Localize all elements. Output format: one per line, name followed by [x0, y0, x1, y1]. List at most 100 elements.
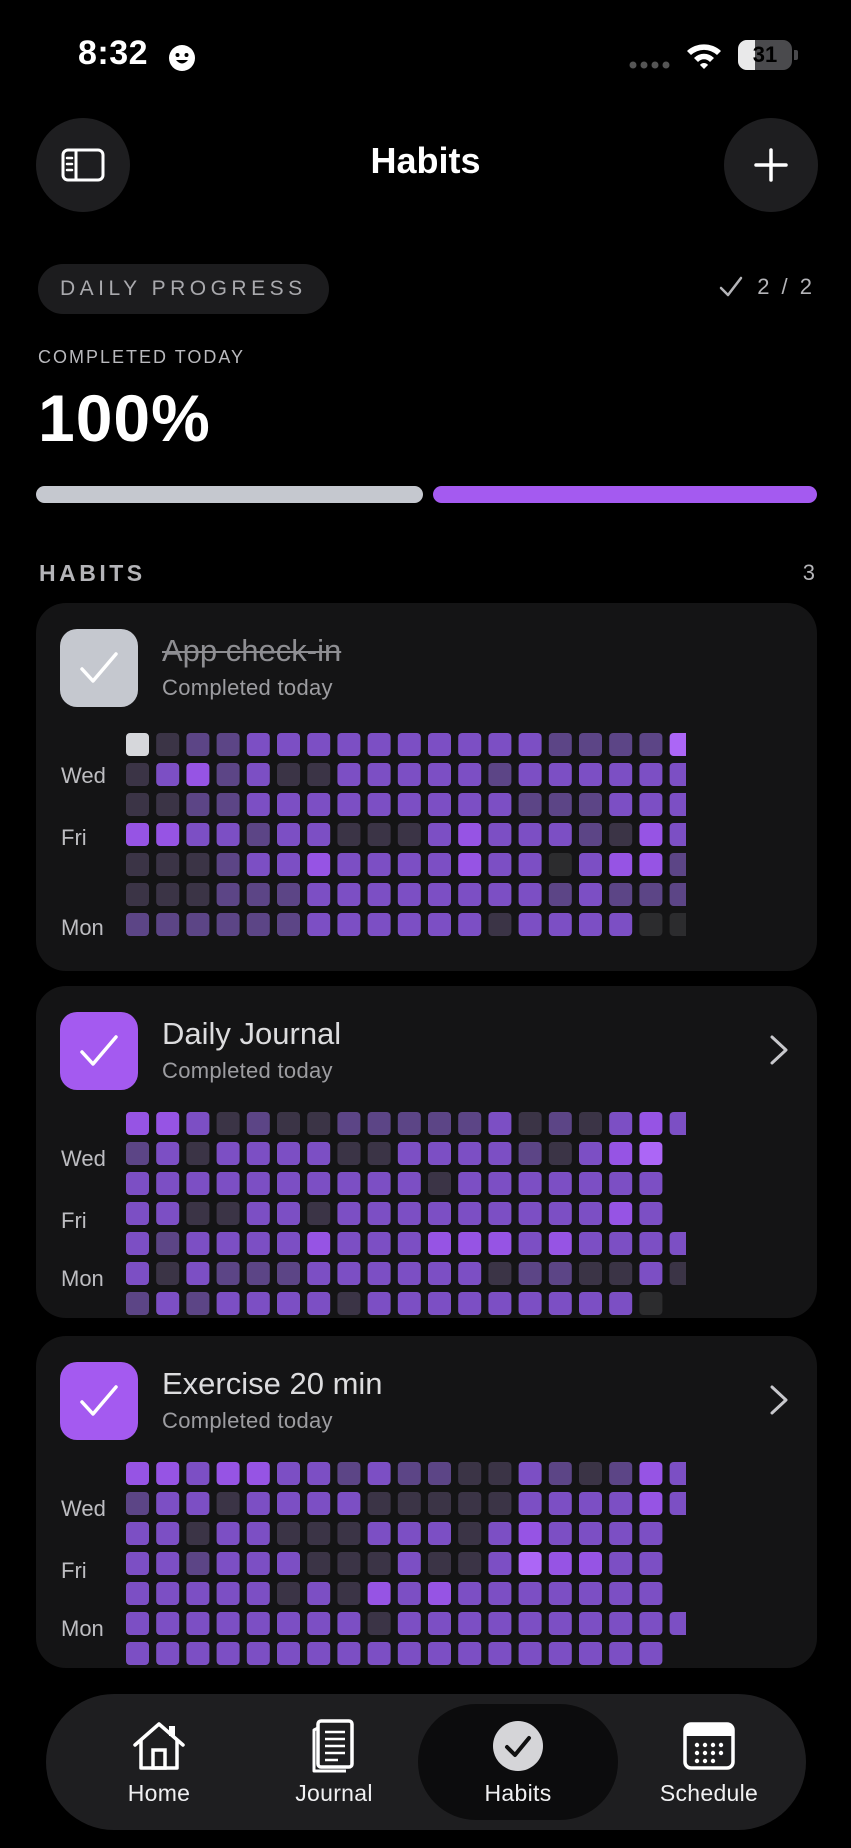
- heatmap-cell: [186, 1582, 210, 1605]
- heatmap-cell: [337, 1492, 361, 1515]
- heatmap-cell: [639, 883, 663, 906]
- heatmap-cell: [548, 1262, 572, 1285]
- heatmap-cell: [548, 1522, 572, 1545]
- heatmap-cell: [609, 1582, 633, 1605]
- heatmap-cell: [246, 1292, 270, 1315]
- heatmap-cell: [397, 1582, 421, 1605]
- heatmap-cell: [126, 1582, 149, 1605]
- heatmap-cell: [307, 1552, 331, 1575]
- heatmap-cell: [458, 1202, 482, 1225]
- heatmap-cell: [397, 1492, 421, 1515]
- heatmap-cell: [246, 1642, 270, 1665]
- day-label-wed: Wed: [61, 1496, 106, 1521]
- heatmap-cell: [367, 1232, 391, 1255]
- home-icon: [133, 1722, 185, 1770]
- heatmap-cell: [216, 1112, 240, 1135]
- heatmap-cell: [307, 1642, 331, 1665]
- nav-item-schedule[interactable]: Schedule: [624, 1694, 794, 1830]
- add-habit-button[interactable]: [724, 118, 818, 212]
- heatmap-cell: [277, 913, 300, 936]
- habit-checkbox[interactable]: [60, 629, 138, 707]
- heatmap-cell: [639, 763, 663, 786]
- nav-label-home: Home: [127, 1780, 191, 1806]
- heatmap-cell: [609, 1112, 633, 1135]
- heatmap-cell: [186, 1202, 210, 1225]
- heatmap-cell: [367, 1612, 391, 1635]
- habit-card[interactable]: App check-in Completed today Wed Fri Mon: [36, 603, 817, 971]
- heatmap-cell: [488, 853, 512, 876]
- heatmap-cell: [579, 1142, 602, 1165]
- heatmap-cell: [669, 1492, 686, 1515]
- nav-label-habits: Habits: [484, 1780, 552, 1806]
- habit-checkbox[interactable]: [60, 1362, 138, 1440]
- calendar-icon: [683, 1722, 735, 1770]
- chevron-right-icon[interactable]: [769, 1384, 789, 1416]
- heatmap-cell: [488, 1112, 512, 1135]
- heatmap-cell: [518, 733, 542, 756]
- heatmap-cell: [367, 1582, 391, 1605]
- heatmap-cell: [488, 1232, 512, 1255]
- heatmap-cell: [488, 1522, 512, 1545]
- heatmap-cell: [337, 913, 361, 936]
- heatmap-cell: [367, 1202, 391, 1225]
- heatmap-cell: [246, 1142, 270, 1165]
- heatmap-cell: [548, 823, 572, 846]
- heatmap-cell: [337, 1582, 361, 1605]
- heatmap-cell: [579, 823, 602, 846]
- heatmap-cell: [156, 1552, 180, 1575]
- chevron-right-icon[interactable]: [769, 1034, 789, 1066]
- heatmap-cell: [518, 1202, 542, 1225]
- heatmap-cell: [428, 913, 451, 936]
- habit-card[interactable]: Daily Journal Completed today Wed Fri Mon: [36, 986, 817, 1318]
- nav-item-habits[interactable]: Habits: [418, 1704, 618, 1820]
- heatmap-cell: [367, 1642, 391, 1665]
- checkmark-icon: [719, 276, 743, 297]
- heatmap-cell: [367, 1112, 391, 1135]
- heatmap-cell: [458, 793, 482, 816]
- heatmap-cell: [458, 1492, 482, 1515]
- heatmap-cell: [307, 1142, 331, 1165]
- heatmap-cell: [548, 913, 572, 936]
- heatmap-cell: [639, 853, 663, 876]
- heatmap-cell: [126, 1462, 149, 1485]
- heatmap-cell: [367, 913, 391, 936]
- checkmark-icon: [80, 1035, 118, 1066]
- heatmap-cell: [488, 883, 512, 906]
- habit-status: Completed today: [162, 1408, 333, 1433]
- day-label-wed: Wed: [61, 763, 106, 788]
- heatmap-cell: [548, 1642, 572, 1665]
- completed-today-label: COMPLETED TODAY: [38, 347, 246, 367]
- nav-item-home[interactable]: Home: [84, 1694, 234, 1830]
- heatmap-cell: [307, 823, 331, 846]
- habit-status: Completed today: [162, 675, 333, 700]
- heatmap-cell: [518, 1642, 542, 1665]
- heatmap-cell: [518, 1462, 542, 1485]
- battery-icon: 31: [738, 40, 798, 70]
- heatmap-cell: [156, 1142, 180, 1165]
- heatmap-cell: [246, 733, 270, 756]
- heatmap-cell: [216, 1262, 240, 1285]
- heatmap-cell: [367, 763, 391, 786]
- heatmap-cell: [428, 1202, 451, 1225]
- habit-card[interactable]: Exercise 20 min Completed today Wed Fri Mon: [36, 1336, 817, 1668]
- heatmap-cell: [126, 1522, 149, 1545]
- heatmap-cell: [579, 793, 602, 816]
- heatmap-cell: [548, 1582, 572, 1605]
- heatmap-cell: [367, 823, 391, 846]
- heatmap-cell: [367, 1522, 391, 1545]
- heatmap-cell: [126, 1552, 149, 1575]
- heatmap-cell: [277, 1522, 300, 1545]
- check-circle-icon: [493, 1721, 543, 1771]
- heatmap-cell: [126, 1142, 149, 1165]
- heatmap-cell: [307, 1262, 331, 1285]
- habit-checkbox[interactable]: [60, 1012, 138, 1090]
- heatmap-cell: [609, 793, 633, 816]
- heatmap-cell: [397, 1612, 421, 1635]
- heatmap-cell: [428, 853, 451, 876]
- heatmap-cell: [548, 1612, 572, 1635]
- heatmap-cell: [579, 1202, 602, 1225]
- nav-item-journal[interactable]: Journal: [259, 1694, 409, 1830]
- heatmap-cell: [518, 1232, 542, 1255]
- heatmap-cell: [277, 1262, 300, 1285]
- heatmap-cell: [246, 763, 270, 786]
